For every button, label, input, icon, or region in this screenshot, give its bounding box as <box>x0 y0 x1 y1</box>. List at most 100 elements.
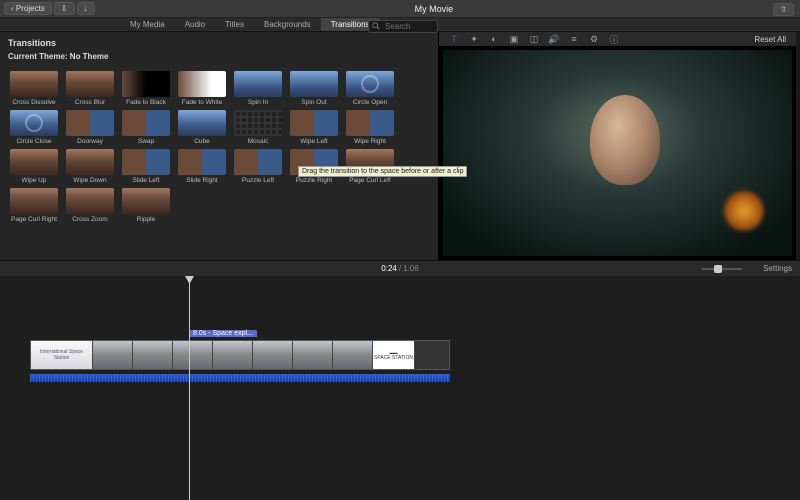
transition-label: Cross Zoom <box>72 216 107 223</box>
transition-fade-to-black[interactable]: Fade to Black <box>120 71 172 106</box>
transition-swap[interactable]: Swap <box>120 110 172 145</box>
tab-titles[interactable]: Titles <box>215 18 254 31</box>
eq-icon[interactable]: ≡ <box>569 34 579 44</box>
transition-label: Wipe Down <box>73 177 106 184</box>
transition-label: Doorway <box>77 138 103 145</box>
transition-label: Wipe Left <box>300 138 327 145</box>
transition-wipe-right[interactable]: Wipe Right <box>344 110 396 145</box>
transition-circle-close[interactable]: Circle Close <box>8 110 60 145</box>
transition-thumb <box>122 149 170 175</box>
transition-slide-right[interactable]: Slide Right <box>176 149 228 184</box>
back-button[interactable]: ‹ Projects <box>4 2 52 15</box>
clip-segment[interactable] <box>293 341 333 369</box>
volume-icon[interactable]: 🔊 <box>549 34 559 44</box>
transition-wipe-up[interactable]: Wipe Up <box>8 149 60 184</box>
transition-thumb <box>178 149 226 175</box>
zoom-slider[interactable] <box>702 268 742 270</box>
preview-toolbar: T ✦ ◐ ▣ ◫ 🔊 ≡ ⚙ ⓘ Reset All <box>439 32 796 46</box>
transition-thumb <box>178 71 226 97</box>
clip-segment[interactable] <box>93 341 133 369</box>
project-title: My Movie <box>95 4 774 14</box>
transition-cross-dissolve[interactable]: Cross Dissolve <box>8 71 60 106</box>
transition-slide-left[interactable]: Slide Left <box>120 149 172 184</box>
search-container <box>368 20 438 33</box>
transition-thumb <box>122 71 170 97</box>
transition-thumb <box>66 188 114 214</box>
transition-wipe-left[interactable]: Wipe Left <box>288 110 340 145</box>
transition-label: Page Curl Right <box>11 216 57 223</box>
reset-all-button[interactable]: Reset All <box>754 35 786 44</box>
transition-label: Cross Blur <box>75 99 105 106</box>
clip-outro[interactable]: ▬▬SPACE STATION <box>373 341 415 369</box>
add-button[interactable]: ↓ <box>77 2 95 15</box>
transition-page-curl-right[interactable]: Page Curl Right <box>8 188 60 223</box>
transition-thumb <box>10 149 58 175</box>
crop-icon[interactable]: ▣ <box>509 34 519 44</box>
transition-label: Slide Right <box>186 177 217 184</box>
transition-label: Ripple <box>137 216 155 223</box>
transition-spin-in[interactable]: Spin In <box>232 71 284 106</box>
transition-thumb <box>178 110 226 136</box>
transitions-browser: Transitions Current Theme: No Theme Cros… <box>0 32 438 260</box>
video-clip-row[interactable]: International Space Station ▬▬SPACE STAT… <box>30 340 450 370</box>
transition-label: Puzzle Left <box>242 177 274 184</box>
transition-label: Cross Dissolve <box>12 99 55 106</box>
audio-track[interactable] <box>30 374 450 382</box>
gear-icon[interactable]: ⚙ <box>589 34 599 44</box>
transition-label: Slide Left <box>132 177 159 184</box>
clip-segment[interactable] <box>133 341 173 369</box>
overlay-icon[interactable]: ◫ <box>529 34 539 44</box>
transition-doorway[interactable]: Doorway <box>64 110 116 145</box>
timeline[interactable]: 8.0s - Space expl... International Space… <box>0 276 800 500</box>
transition-mosaic[interactable]: Mosaic <box>232 110 284 145</box>
transition-thumb <box>10 188 58 214</box>
search-icon <box>372 22 380 30</box>
transition-label: Spin Out <box>301 99 326 106</box>
transition-label: Mosaic <box>248 138 269 145</box>
timeline-settings-button[interactable]: Settings <box>763 264 792 273</box>
transition-thumb <box>346 110 394 136</box>
transition-fade-to-white[interactable]: Fade to White <box>176 71 228 106</box>
transition-cube[interactable]: Cube <box>176 110 228 145</box>
video-preview[interactable] <box>443 50 792 256</box>
tab-backgrounds[interactable]: Backgrounds <box>254 18 321 31</box>
drag-tooltip: Drag the transition to the space before … <box>298 166 438 177</box>
tab-my-media[interactable]: My Media <box>120 18 175 31</box>
theme-label: Current Theme: No Theme <box>8 52 430 61</box>
transitions-grid: Cross Dissolve Cross Blur Fade to Black Fad… <box>8 71 430 223</box>
clip-segment[interactable] <box>173 341 213 369</box>
transition-label: Fade to Black <box>126 99 166 106</box>
color-icon[interactable]: ◐ <box>489 34 499 44</box>
playhead[interactable] <box>189 276 190 500</box>
clip-label: 8.0s - Space expl... <box>189 330 257 337</box>
transition-label: Wipe Right <box>354 138 386 145</box>
transition-label: Wipe Up <box>22 177 47 184</box>
transition-ripple[interactable]: Ripple <box>120 188 172 223</box>
transition-wipe-down[interactable]: Wipe Down <box>64 149 116 184</box>
titles-tool-icon[interactable]: T <box>449 34 459 44</box>
clip-segment[interactable] <box>253 341 293 369</box>
transition-cross-blur[interactable]: Cross Blur <box>64 71 116 106</box>
transition-thumb <box>10 110 58 136</box>
transition-spin-out[interactable]: Spin Out <box>288 71 340 106</box>
transition-thumb <box>346 71 394 97</box>
browser-heading: Transitions <box>8 38 430 48</box>
titlebar: ‹ Projects ⇩ ↓ My Movie ⇧ <box>0 0 800 18</box>
transition-cross-zoom[interactable]: Cross Zoom <box>64 188 116 223</box>
transition-label: Fade to White <box>182 99 222 106</box>
transition-circle-open[interactable]: Circle Open <box>344 71 396 106</box>
transition-puzzle-left[interactable]: Puzzle Left <box>232 149 284 184</box>
info-icon[interactable]: ⓘ <box>609 34 619 44</box>
wand-icon[interactable]: ✦ <box>469 34 479 44</box>
transition-thumb <box>234 110 282 136</box>
time-sep: / <box>399 264 401 273</box>
import-button[interactable]: ⇩ <box>54 2 75 15</box>
transition-thumb <box>66 71 114 97</box>
time-bar: 0:24 / 1:06 Settings <box>0 260 800 276</box>
clip-intro[interactable]: International Space Station <box>31 341 93 369</box>
clip-segment[interactable] <box>213 341 253 369</box>
transition-thumb <box>66 149 114 175</box>
clip-segment[interactable] <box>333 341 373 369</box>
tab-audio[interactable]: Audio <box>175 18 215 31</box>
share-button[interactable]: ⇧ <box>773 3 794 16</box>
